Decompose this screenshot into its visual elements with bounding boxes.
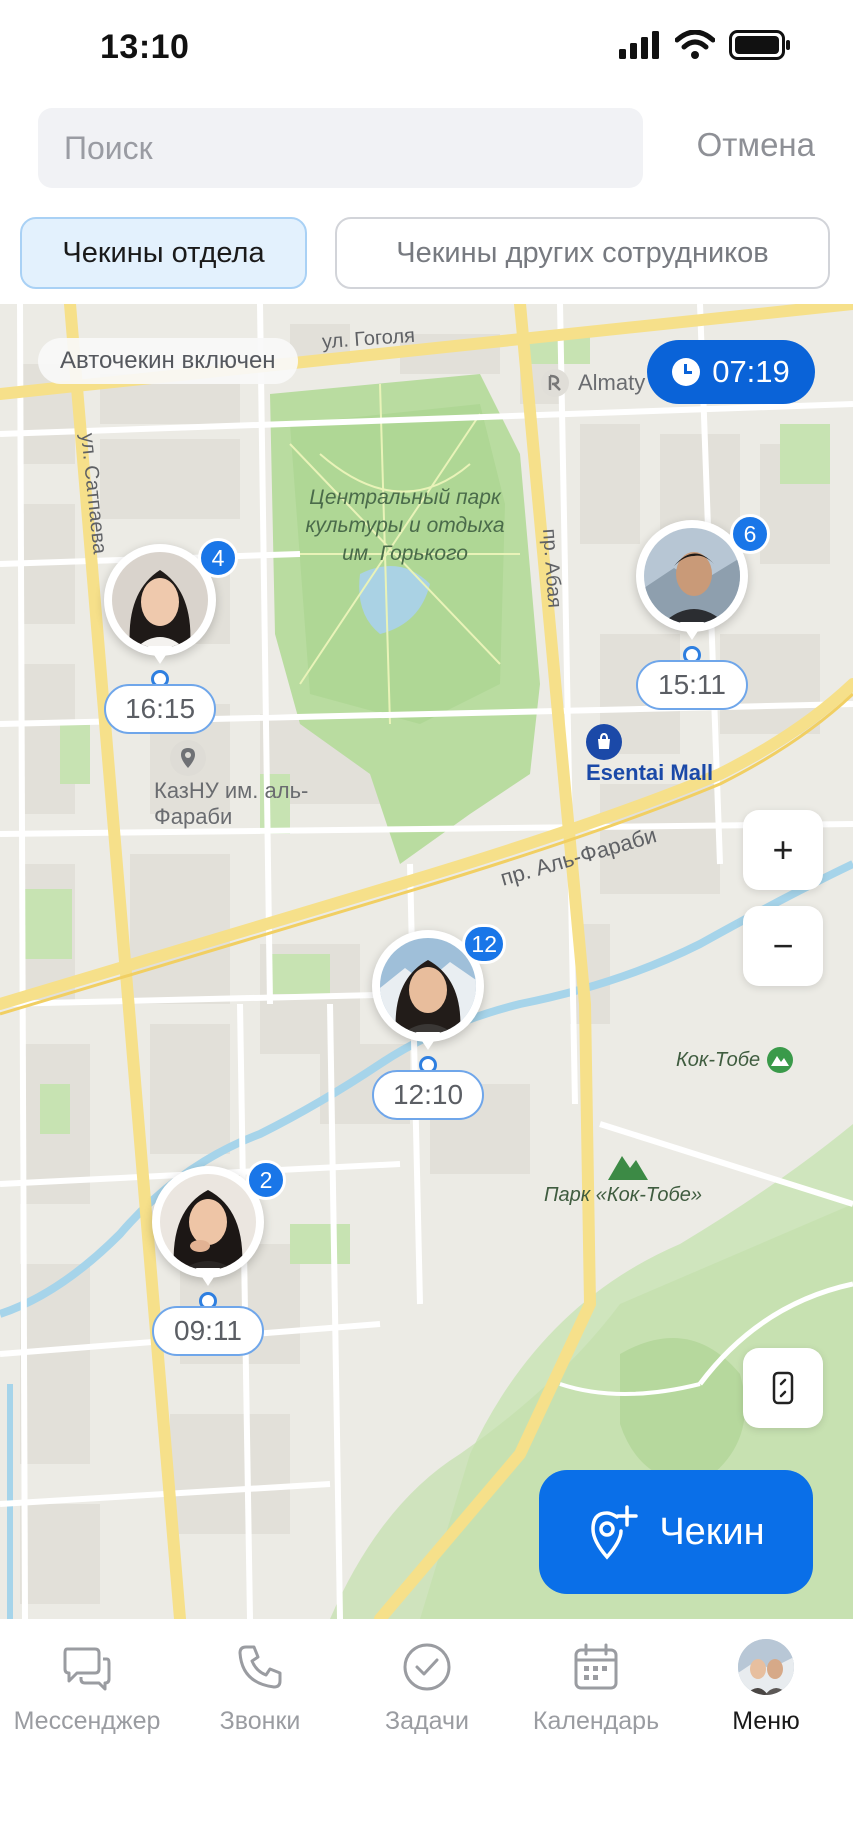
tab-other-employees-checkins[interactable]: Чекины других сотрудников [335,217,830,289]
checkin-tabs: Чекины отдела Чекины других сотрудников [20,217,830,289]
checkin-count-badge: 12 [462,924,506,964]
avatar [112,552,208,648]
mall-label: Esentai Mall [586,760,714,785]
phone-icon [232,1639,288,1695]
nav-label-calendar: Календарь [532,1707,660,1735]
checkin-button[interactable]: Чекин [539,1470,813,1594]
nav-label-messenger: Мессенджер [13,1707,161,1735]
search-row: Отмена [0,108,853,190]
avatar [644,528,740,624]
kaznu-pin-icon [170,740,206,776]
nav-item-menu[interactable]: Меню [681,1639,851,1736]
avatar [160,1174,256,1270]
theatre-icon [541,369,569,397]
koktobe-label: Кок-Тобе [676,1046,794,1074]
current-time-badge[interactable]: 07:19 [647,340,815,404]
avatar [380,938,476,1034]
cancel-button[interactable]: Отмена [697,126,815,164]
signal-icon [619,31,659,59]
status-icons [619,30,791,60]
checkin-time: 09:11 [152,1306,264,1356]
tab-department-checkins[interactable]: Чекины отдела [20,217,307,289]
nav-item-messenger[interactable]: Мессенджер [2,1639,172,1736]
nav-label-calls: Звонки [219,1707,301,1735]
nav-label-menu: Меню [732,1707,800,1735]
checkin-count-badge: 6 [730,514,770,554]
check-circle-icon [399,1639,455,1695]
device-orientation-button[interactable] [743,1348,823,1428]
calendar-icon [568,1639,624,1695]
chat-icon [59,1639,115,1695]
mountain-icon [767,1047,794,1073]
checkin-count-badge: 4 [198,538,238,578]
nav-item-calendar[interactable]: Календарь [511,1639,681,1736]
nav-item-calls[interactable]: Звонки [175,1639,345,1736]
checkin-count-badge: 2 [246,1160,286,1200]
zoom-out-button[interactable]: − [743,906,823,986]
add-location-icon [591,1505,639,1560]
nav-item-tasks[interactable]: Задачи [342,1639,512,1736]
checkin-time: 12:10 [372,1070,484,1120]
map-view[interactable]: ул. Гоголя ул. Сатпаева пр. Абая пр. Аль… [0,304,853,1619]
mall-pin-icon [586,724,622,760]
status-bar: 13:10 [0,0,853,100]
clock-icon [672,358,701,386]
checkin-time: 15:11 [636,660,748,710]
nav-label-tasks: Задачи [385,1707,469,1735]
autocheckin-badge: Авточекин включен [38,338,298,384]
checkin-time: 16:15 [104,684,216,734]
checkin-button-label: Чекин [659,1510,765,1553]
park-label: Центральный парк культуры и отдыха им. Г… [305,486,505,565]
search-input[interactable] [38,108,643,188]
koktobe-park-label: Парк «Кок-Тобе» [544,1184,703,1206]
koktobe-label-text: Кок-Тобе [676,1048,761,1071]
wifi-icon [675,30,715,59]
bottom-navigation: Мессенджер Звонки Задачи Календарь Меню [0,1619,853,1844]
current-time-text: 07:19 [712,354,790,389]
battery-icon [729,30,790,60]
zoom-in-button[interactable]: + [743,810,823,890]
phone-rotate-icon [772,1371,794,1405]
park-mountain-icon [608,1156,648,1180]
status-time: 13:10 [100,28,190,66]
kaznu-label: КазНУ им. аль-Фараби [154,778,309,829]
avatar [738,1639,794,1695]
